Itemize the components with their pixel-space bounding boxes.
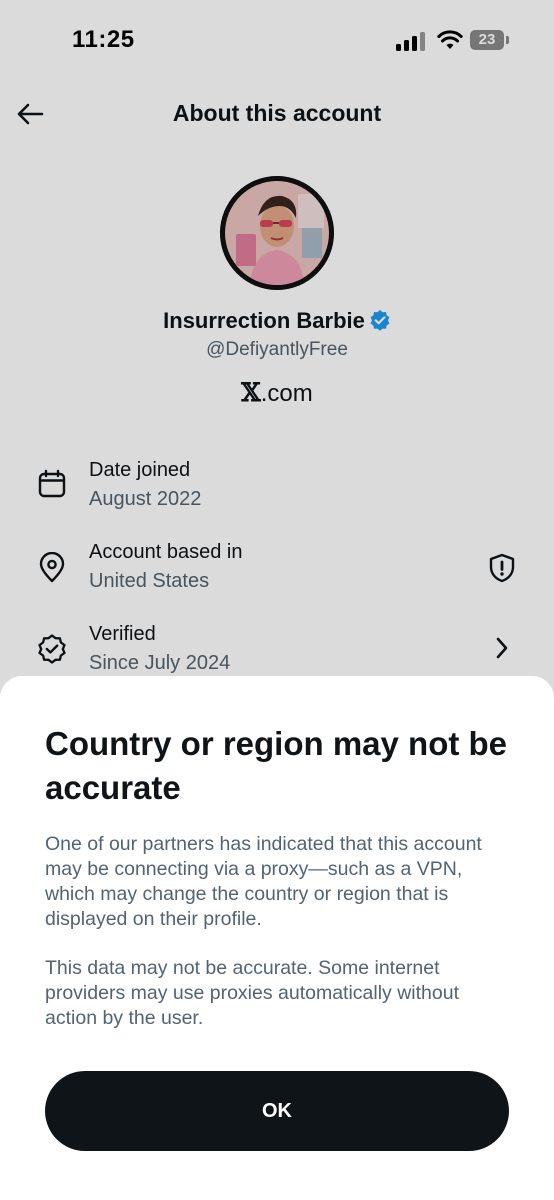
sheet-paragraph-accuracy: This data may not be accurate. Some inte… bbox=[45, 957, 460, 1029]
sheet-title: Country or region may not be accurate bbox=[45, 725, 508, 806]
sheet-paragraph-proxy: One of our partners has indicated that t… bbox=[45, 833, 482, 930]
proxy-warning-sheet: Country or region may not be accurate On… bbox=[0, 676, 554, 1200]
about-account-screen: 11:25 23 About this account Insurrection… bbox=[0, 0, 554, 1200]
ok-button[interactable]: OK bbox=[45, 1071, 509, 1151]
